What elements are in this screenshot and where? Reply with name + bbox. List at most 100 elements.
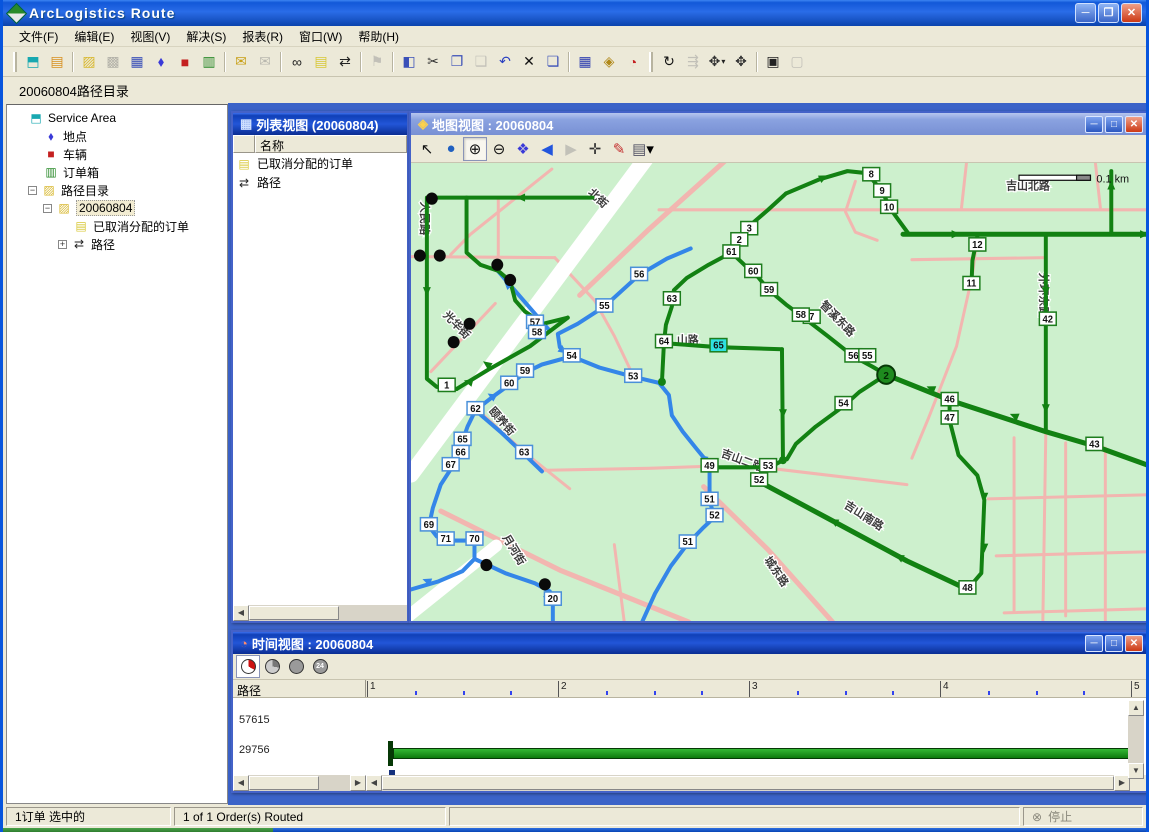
table-view-button[interactable]: ▦	[573, 50, 597, 73]
stop-marker-46[interactable]: 46	[941, 393, 958, 406]
map-minimize-button[interactable]: ─	[1085, 116, 1103, 133]
copy-folder-button[interactable]: ▩	[101, 50, 125, 73]
stop-marker-53[interactable]: 53	[760, 459, 777, 472]
list-hscroll-thumb[interactable]	[249, 606, 339, 620]
cut-button[interactable]: ✂	[421, 50, 445, 73]
tree-item-路径目录[interactable]: −▨路径目录	[7, 181, 227, 199]
time-close-button[interactable]: ✕	[1125, 635, 1143, 652]
back-extent-tool-button[interactable]: ◀	[535, 137, 559, 161]
tree-item-20060804[interactable]: −▨20060804	[7, 199, 227, 217]
menu-item-5[interactable]: 窗口(W)	[291, 26, 350, 47]
route-row-label[interactable]: 29756	[239, 744, 270, 756]
scroll-right-icon[interactable]: ▶	[350, 775, 366, 791]
stop-marker-58[interactable]: 58	[529, 325, 546, 338]
unlock-route-button[interactable]: ▢	[785, 50, 809, 73]
menu-item-2[interactable]: 视图(V)	[122, 26, 178, 47]
stop-button[interactable]: ⊗ 停止	[1023, 807, 1143, 826]
stop-marker-47[interactable]: 47	[941, 411, 958, 424]
stop-marker-10[interactable]: 10	[881, 200, 898, 213]
new-folder-button[interactable]: ▨	[77, 50, 101, 73]
stop-marker-43[interactable]: 43	[1086, 437, 1103, 450]
stop-marker-49[interactable]: 49	[701, 459, 718, 472]
time-window-scale-3-button[interactable]	[284, 655, 308, 678]
stop-marker-55[interactable]: 55	[596, 299, 613, 312]
paste-special-button[interactable]: ❏	[541, 50, 565, 73]
dropdown-arrow-icon[interactable]: ▾	[646, 140, 654, 158]
open-button[interactable]: ▤	[45, 50, 69, 73]
select-by-route-button[interactable]: ✥▾	[705, 50, 729, 73]
stop-marker-65[interactable]: 65	[454, 432, 471, 445]
lock-route-button[interactable]: ▣	[761, 50, 785, 73]
stop-marker-9[interactable]: 9	[874, 184, 891, 197]
stop-marker-56[interactable]: 56	[631, 267, 648, 280]
time-minimize-button[interactable]: ─	[1085, 635, 1103, 652]
list-item[interactable]: ▤已取消分配的订单	[233, 154, 407, 173]
menu-item-1[interactable]: 编辑(E)	[66, 26, 122, 47]
stop-marker-63[interactable]: 63	[663, 292, 680, 305]
reselect-route-button[interactable]: ✥	[729, 50, 753, 73]
time-gantt-body[interactable]: 5761529756	[233, 698, 1146, 775]
stop-marker-70[interactable]: 70	[466, 532, 483, 545]
pan-tool-button[interactable]: ✛	[583, 137, 607, 161]
time-view-button[interactable]: ◔	[621, 50, 645, 73]
tree-item-路径[interactable]: +⇄路径	[7, 235, 227, 253]
scroll-down-icon[interactable]: ▼	[1128, 763, 1144, 779]
stop-marker-20[interactable]: 20	[544, 592, 561, 605]
tree-item-车辆[interactable]: ■车辆	[7, 145, 227, 163]
time-main-thumb[interactable]	[382, 776, 1114, 790]
stop-marker-59[interactable]: 59	[517, 364, 534, 377]
stop-marker-51[interactable]: 51	[679, 535, 696, 548]
draw-tool-button[interactable]: ✎	[607, 137, 631, 161]
tree-item-订单箱[interactable]: ▥订单箱	[7, 163, 227, 181]
copy-button[interactable]: ❐	[445, 50, 469, 73]
dropdown-arrow-icon[interactable]: ▾	[721, 57, 725, 66]
menu-item-3[interactable]: 解决(S)	[178, 26, 234, 47]
zoom-in-tool-button[interactable]: ⊕	[463, 137, 487, 161]
flag-button[interactable]: ⚑	[365, 50, 389, 73]
new-service-area-button[interactable]: ⬒	[21, 50, 45, 73]
stop-marker-51[interactable]: 51	[701, 492, 718, 505]
stop-marker-12[interactable]: 12	[969, 238, 986, 251]
menu-item-6[interactable]: 帮助(H)	[350, 26, 407, 47]
toolbar-grip[interactable]	[649, 52, 653, 72]
list-item[interactable]: ⇄路径	[233, 173, 407, 192]
stop-marker-64[interactable]: 64	[656, 334, 673, 347]
zoom-selected-tool-button[interactable]: ❖	[511, 137, 535, 161]
scroll-up-icon[interactable]: ▲	[1128, 700, 1144, 716]
find-button[interactable]: ∞	[285, 50, 309, 73]
time-vscrollbar[interactable]: ▲ ▼	[1128, 700, 1144, 779]
list-view-button[interactable]: ▤	[309, 50, 333, 73]
stop-marker-54[interactable]: 54	[835, 397, 852, 410]
stop-marker-42[interactable]: 42	[1039, 312, 1056, 325]
stop-marker-54[interactable]: 54	[563, 349, 580, 362]
vehicles-button[interactable]: ■	[173, 50, 197, 73]
stop-marker-71[interactable]: 71	[437, 532, 454, 545]
stop-marker-55[interactable]: 55	[859, 349, 876, 362]
tree-item-service-area[interactable]: ⬒Service Area	[7, 109, 227, 127]
time-main-hscrollbar[interactable]: ◀ ▶	[366, 775, 1130, 791]
stop-marker-58[interactable]: 58	[792, 308, 809, 321]
map-view-titlebar[interactable]: ◈ 地图视图 : 20060804 ─ □ ✕	[411, 113, 1146, 135]
list-icon-column[interactable]	[233, 135, 255, 153]
time-route-column[interactable]: 路径	[233, 680, 366, 697]
scroll-left-icon[interactable]: ◀	[233, 775, 249, 791]
toolbar-grip[interactable]	[13, 52, 17, 72]
stop-marker-61[interactable]: 61	[723, 245, 740, 258]
menu-item-0[interactable]: 文件(F)	[11, 26, 66, 47]
stop-marker-11[interactable]: 11	[963, 276, 980, 289]
route-view-button[interactable]: ⇄	[333, 50, 357, 73]
map-close-button[interactable]: ✕	[1125, 116, 1143, 133]
time-window-scale-1-button[interactable]	[236, 655, 260, 678]
stop-marker-2[interactable]: 2	[731, 233, 748, 246]
locations-button[interactable]: ⬧	[149, 50, 173, 73]
stop-marker-1[interactable]: 1	[438, 378, 455, 391]
time-left-hscrollbar[interactable]: ◀ ▶	[233, 775, 366, 791]
scroll-left-icon[interactable]: ◀	[366, 775, 382, 791]
stop-marker-63[interactable]: 63	[516, 445, 533, 458]
paste-button[interactable]: ❑	[469, 50, 493, 73]
stop-marker-69[interactable]: 69	[420, 518, 437, 531]
time-left-thumb[interactable]	[249, 776, 319, 790]
time-window-scale-2-button[interactable]	[260, 655, 284, 678]
import-orders-button[interactable]: ✉	[229, 50, 253, 73]
stop-marker-60[interactable]: 60	[501, 376, 518, 389]
